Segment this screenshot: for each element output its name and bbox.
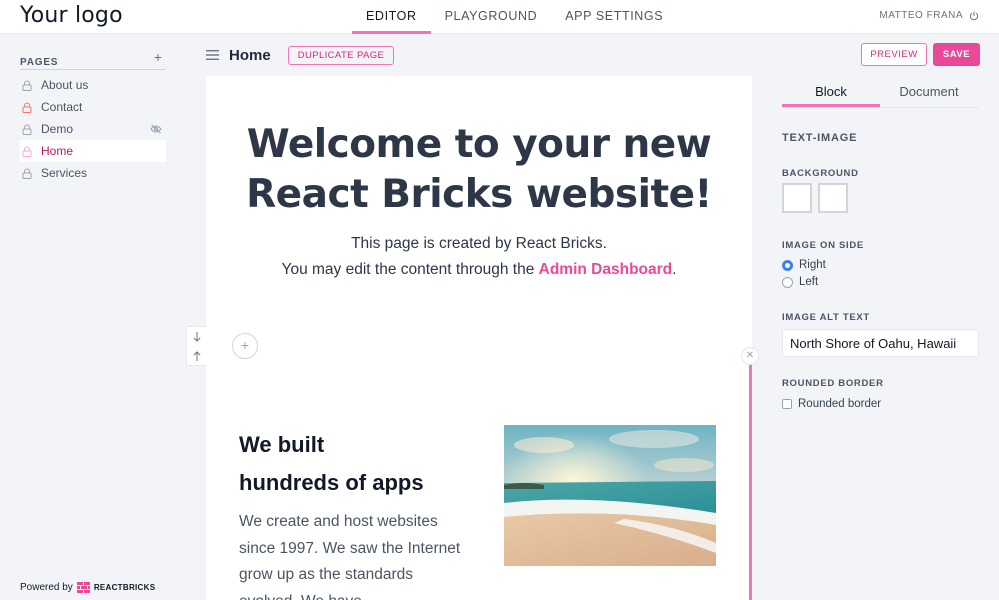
rounded-border-option[interactable]: Rounded border xyxy=(782,398,881,410)
sidebar-item-label: About us xyxy=(41,78,89,92)
radio-button-unchecked[interactable] xyxy=(782,276,793,288)
beach-image[interactable] xyxy=(504,425,716,566)
rounded-border-label: ROUNDED BORDER xyxy=(782,378,884,389)
lock-icon xyxy=(22,102,32,113)
top-bar: Your logo EDITOR PLAYGROUND APP SETTINGS… xyxy=(0,0,999,34)
text-image-title-line-2: hundreds of apps xyxy=(239,470,424,495)
page-header: Home DUPLICATE PAGE xyxy=(206,44,395,66)
sidebar: PAGES + About us Contact Demo Home Servi… xyxy=(0,34,186,600)
block-type-title: TEXT-IMAGE xyxy=(782,132,858,144)
radio-button-checked[interactable] xyxy=(782,259,793,271)
reactbricks-logo-icon xyxy=(76,582,90,593)
sidebar-item-demo[interactable]: Demo xyxy=(20,118,166,140)
radio-label-right: Right xyxy=(799,259,826,271)
deselect-block-close-icon[interactable]: ✕ xyxy=(741,347,759,365)
text-image-body[interactable]: We create and host websites since 1997. … xyxy=(239,509,469,600)
hero-subtitle-line-2: You may edit the content through the Adm… xyxy=(206,257,752,283)
radio-image-left[interactable]: Left xyxy=(782,276,818,288)
alt-text-label: IMAGE ALT TEXT xyxy=(782,312,870,323)
lock-icon xyxy=(22,168,32,179)
tab-document[interactable]: Document xyxy=(880,76,978,107)
move-down-button[interactable] xyxy=(187,327,207,346)
background-swatch-white[interactable] xyxy=(782,183,812,213)
sidebar-item-label: Demo xyxy=(41,122,74,136)
rounded-border-checkbox-label: Rounded border xyxy=(798,398,882,410)
sidebar-item-label: Contact xyxy=(41,100,83,114)
add-block-button[interactable]: + xyxy=(232,333,258,359)
powered-by[interactable]: Powered by REACTBRICKS xyxy=(20,582,155,593)
sidebar-item-home[interactable]: Home xyxy=(20,140,166,162)
hero-subtitle-prefix: You may edit the content through the xyxy=(281,261,539,278)
save-button[interactable]: SAVE xyxy=(933,43,980,66)
text-image-title[interactable]: We built hundreds of apps xyxy=(239,426,479,502)
duplicate-page-button[interactable]: DUPLICATE PAGE xyxy=(287,45,395,65)
tab-editor[interactable]: EDITOR xyxy=(352,0,431,34)
add-page-icon[interactable]: + xyxy=(154,49,162,65)
image-side-label: IMAGE ON SIDE xyxy=(782,240,864,251)
block-move-controls xyxy=(186,326,206,366)
rounded-border-checkbox[interactable] xyxy=(782,399,792,409)
radio-image-right[interactable]: Right xyxy=(782,259,826,271)
hero-subtitle[interactable]: This page is created by React Bricks. Yo… xyxy=(206,231,752,283)
sidebar-item-services[interactable]: Services xyxy=(20,162,166,184)
page-title: Home xyxy=(229,46,271,64)
logo[interactable]: Your logo xyxy=(20,3,123,28)
preview-button[interactable]: PREVIEW xyxy=(861,43,927,66)
hero-subtitle-suffix: . xyxy=(672,261,677,278)
menu-icon[interactable] xyxy=(206,50,219,60)
hero-title[interactable]: Welcome to your new React Bricks website… xyxy=(206,120,752,220)
user-menu[interactable]: MATTEO FRANA xyxy=(879,10,979,21)
background-swatch-light[interactable] xyxy=(818,183,848,213)
tab-app-settings[interactable]: APP SETTINGS xyxy=(551,0,677,34)
properties-panel: Block Document TEXT-IMAGE BACKGROUND IMA… xyxy=(782,76,979,410)
sidebar-item-label: Home xyxy=(41,144,74,158)
selected-block-indicator xyxy=(749,358,752,600)
sidebar-item-about-us[interactable]: About us xyxy=(20,74,166,96)
alt-text-input[interactable] xyxy=(782,329,979,357)
sidebar-item-contact[interactable]: Contact xyxy=(20,96,166,118)
hero-title-line-2: React Bricks website! xyxy=(246,172,712,217)
background-label: BACKGROUND xyxy=(782,168,859,179)
reactbricks-brand: REACTBRICKS xyxy=(93,583,156,592)
hero-title-line-1: Welcome to your new xyxy=(246,122,712,167)
lock-icon xyxy=(22,146,32,157)
tab-playground[interactable]: PLAYGROUND xyxy=(431,0,552,34)
page-list: About us Contact Demo Home Services xyxy=(20,74,166,184)
hero-subtitle-line-1: This page is created by React Bricks. xyxy=(351,235,607,252)
powered-by-label: Powered by xyxy=(20,582,73,593)
arrow-up-icon xyxy=(193,350,201,361)
admin-dashboard-link[interactable]: Admin Dashboard xyxy=(539,261,672,278)
lock-icon xyxy=(22,124,32,135)
sidebar-item-label: Services xyxy=(41,166,88,180)
arrow-down-icon xyxy=(193,331,201,342)
page-canvas: Welcome to your new React Bricks website… xyxy=(206,76,752,600)
main-nav: EDITOR PLAYGROUND APP SETTINGS xyxy=(352,0,677,34)
user-name: MATTEO FRANA xyxy=(879,10,963,21)
move-up-button[interactable] xyxy=(187,346,207,365)
pages-title: PAGES xyxy=(20,57,59,68)
eye-off-icon xyxy=(150,124,162,134)
tab-block[interactable]: Block xyxy=(782,76,880,107)
pages-header: PAGES + xyxy=(20,49,166,70)
power-icon[interactable] xyxy=(969,11,979,21)
panel-tabs: Block Document xyxy=(782,76,979,108)
text-image-title-line-1: We built xyxy=(239,432,325,457)
lock-icon xyxy=(22,80,32,91)
radio-label-left: Left xyxy=(799,276,819,288)
